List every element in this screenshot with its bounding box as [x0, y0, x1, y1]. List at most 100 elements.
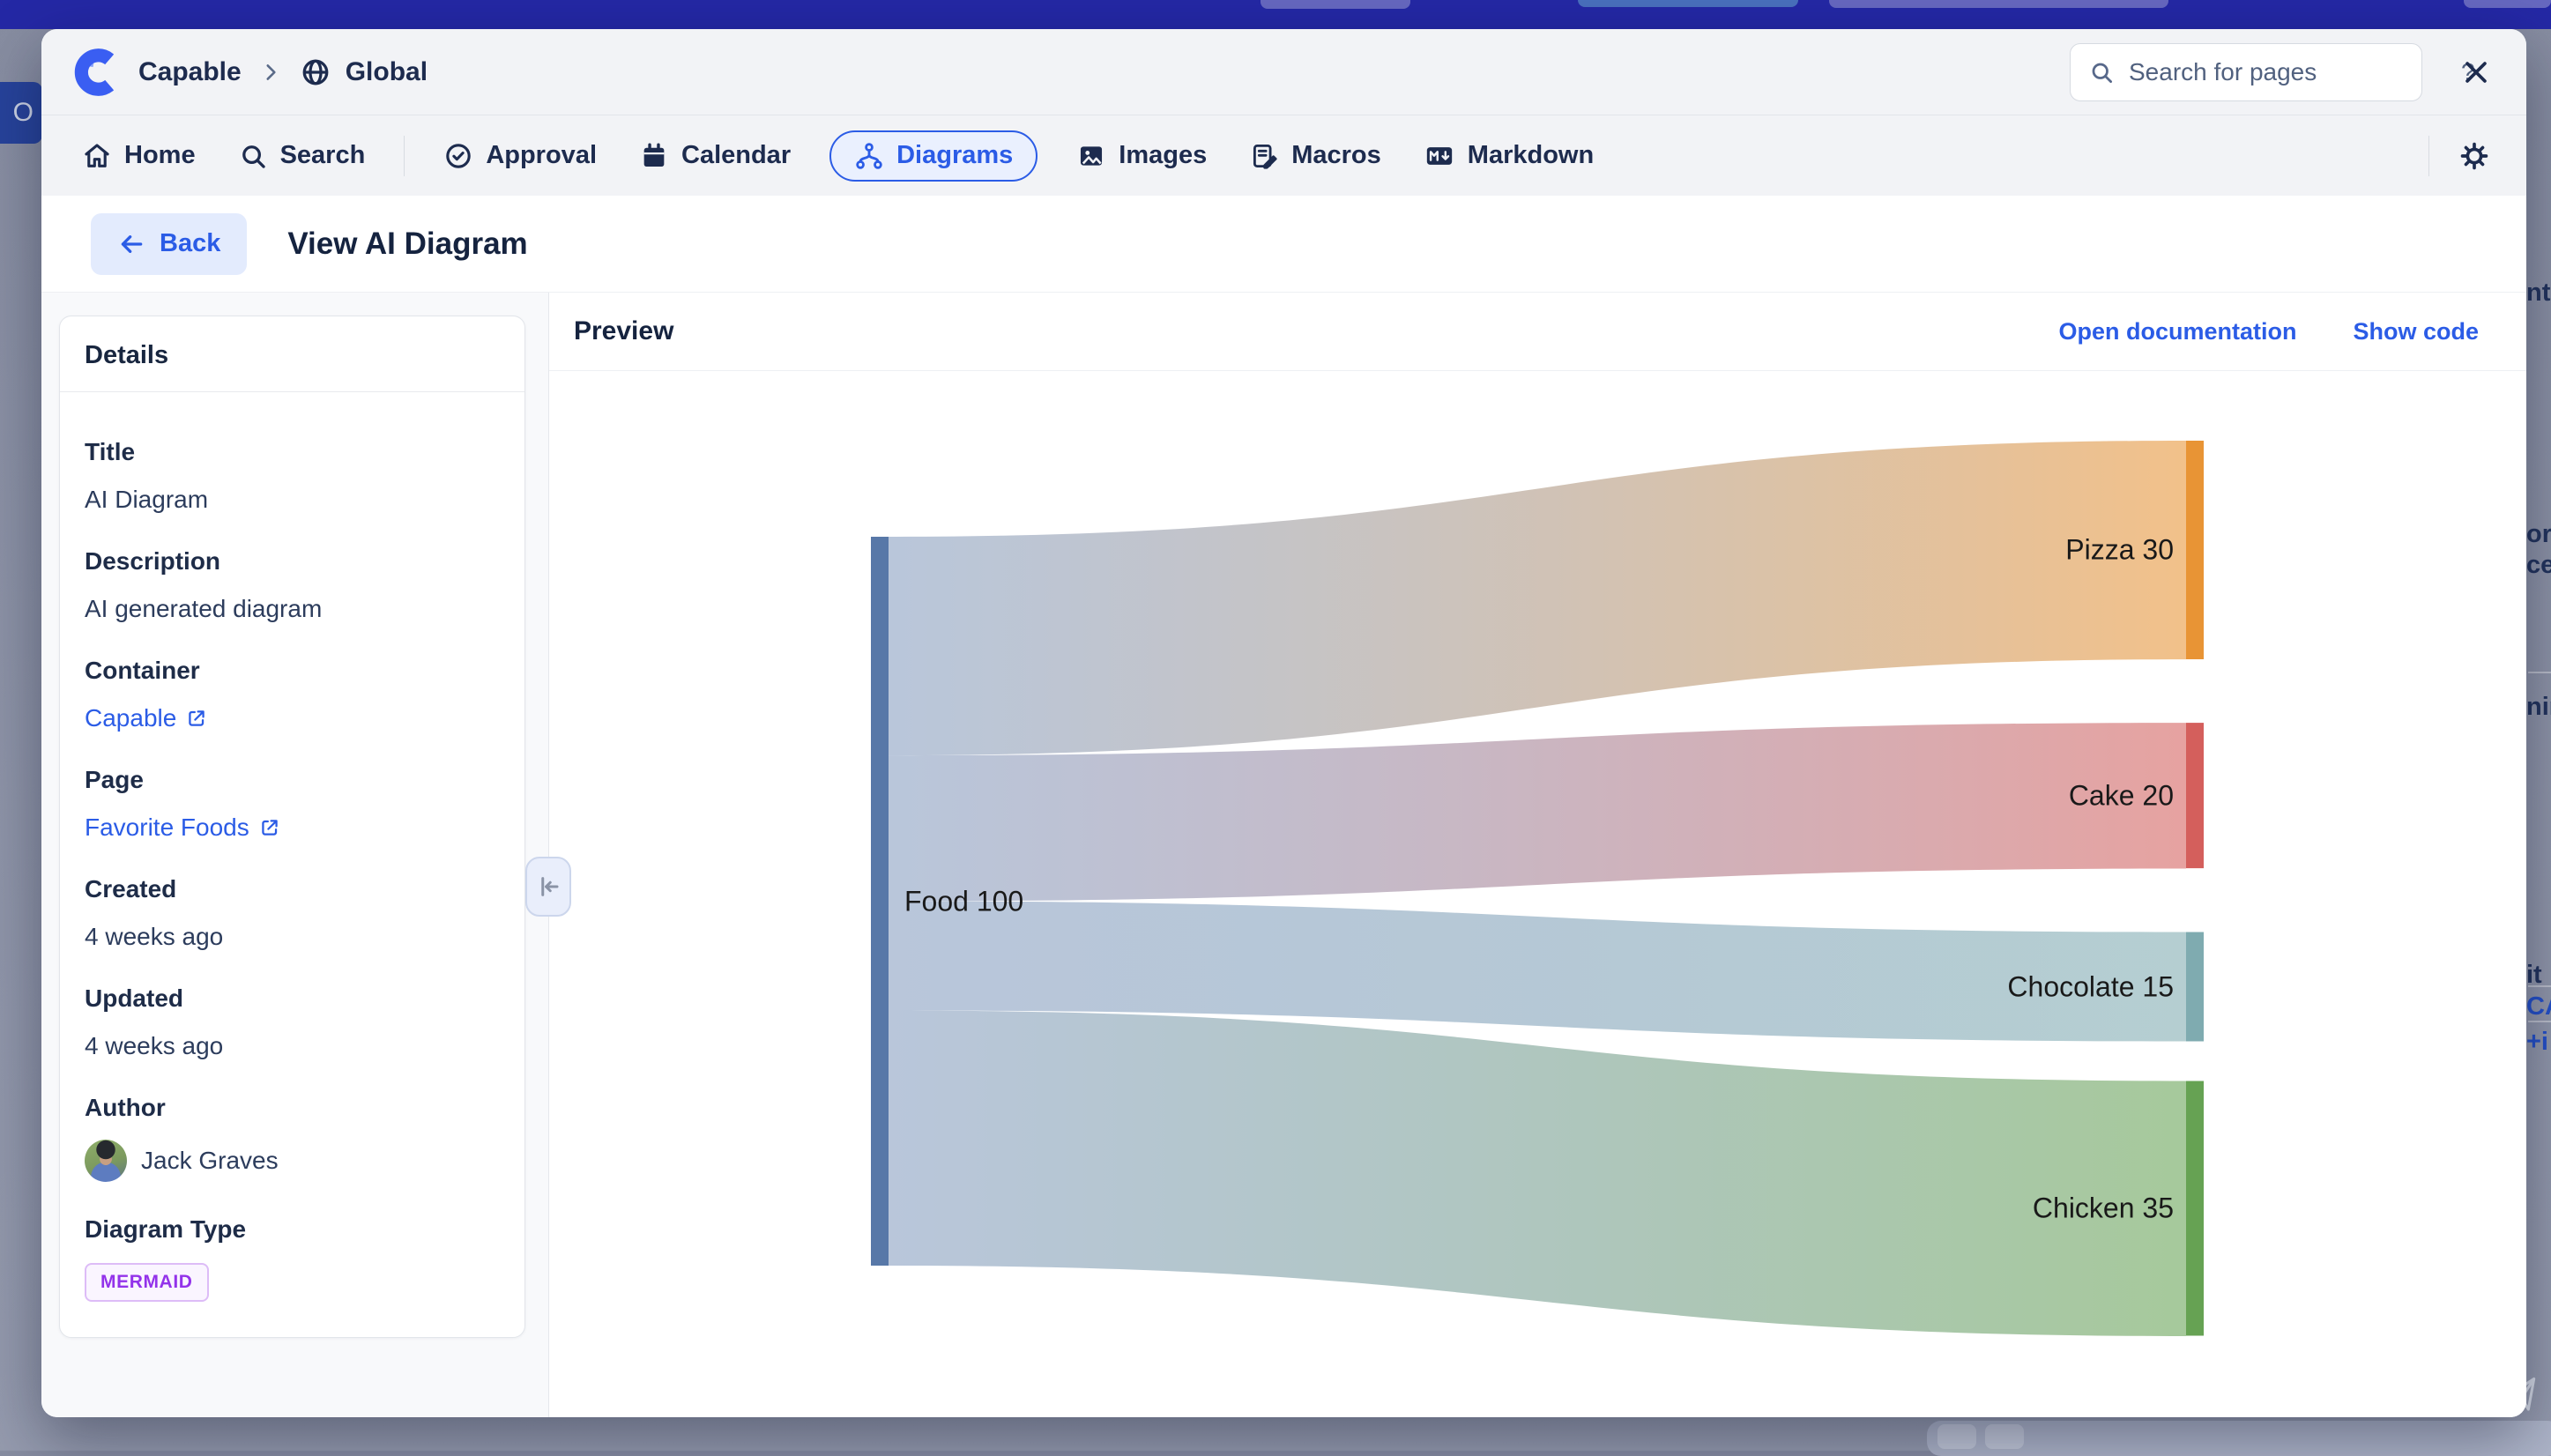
home-icon [82, 141, 112, 171]
background-button-fragment [1829, 0, 2168, 8]
macros-icon [1249, 141, 1279, 171]
nav-divider [2428, 136, 2429, 176]
background-button-fragment [1578, 0, 1798, 7]
nav-bar: Home Search Approval Calendar Diagrams Images… [41, 115, 2526, 196]
nav-item-calendar[interactable]: Calendar [636, 130, 794, 182]
background-button-fragment [2464, 0, 2551, 8]
globe-icon [300, 56, 331, 88]
nav-items: Home Search Approval Calendar Diagrams Images… [78, 130, 1597, 182]
breadcrumb: Capable Global ? [41, 29, 2526, 115]
search-box[interactable]: ? [2070, 43, 2422, 101]
chevron-right-icon [259, 61, 282, 84]
calendar-icon [639, 141, 669, 171]
author-name: Jack Graves [141, 1147, 279, 1175]
dimmed-text-fragment: nir [2526, 693, 2551, 722]
gear-icon [2458, 139, 2491, 173]
settings-button[interactable] [2452, 134, 2496, 178]
nav-item-approval[interactable]: Approval [440, 130, 600, 182]
link-label: Favorite Foods [85, 813, 249, 842]
images-icon [1076, 141, 1106, 171]
nav-item-macros[interactable]: Macros [1246, 130, 1385, 182]
search-input[interactable] [2127, 57, 2449, 87]
background-left-button: O [0, 82, 42, 144]
background-left-button-label: O [13, 98, 33, 128]
search-icon [238, 141, 268, 171]
nav-item-diagrams[interactable]: Diagrams [829, 130, 1038, 182]
capable-link[interactable]: Capable [85, 704, 208, 732]
modal-dialog: Capable Global ? [41, 29, 2526, 1417]
nav-item-label: Diagrams [896, 141, 1013, 170]
background-mini-button [1985, 1424, 2024, 1449]
background-button-fragment [1261, 0, 1410, 9]
nav-item-label: Approval [486, 141, 597, 170]
field-label-page: Page [85, 766, 500, 794]
favorite-foods-link[interactable]: Favorite Foods [85, 813, 281, 842]
field-label-description: Description [85, 547, 500, 576]
toolbar: Back View AI Diagram [41, 196, 2526, 293]
back-button[interactable]: Back [91, 213, 247, 275]
diagram-type-badge: MERMAID [85, 1263, 209, 1302]
sankey-flow-chicken[interactable] [889, 1011, 2186, 1337]
preview-header: Preview Open documentation Show code [549, 293, 2526, 371]
external-link-icon [185, 707, 208, 730]
page-title: View AI Diagram [287, 227, 527, 262]
sankey-label-chocolate: Chocolate 15 [2007, 970, 2174, 1002]
link-label: Capable [85, 704, 176, 732]
background-divider [2528, 672, 2551, 673]
nav-item-label: Markdown [1468, 141, 1594, 170]
sankey-flow-pizza[interactable] [889, 441, 2186, 755]
external-link-icon [258, 816, 281, 839]
sankey-label-cake: Cake 20 [2069, 779, 2174, 811]
collapse-left-icon [535, 873, 562, 900]
sankey-node-food[interactable] [871, 537, 889, 1266]
sankey-node-chocolate[interactable] [2186, 932, 2204, 1042]
details-sidebar: Details TitleAI DiagramDescriptionAI gen… [41, 293, 549, 1417]
nav-item-markdown[interactable]: Markdown [1420, 130, 1597, 182]
close-icon [2461, 57, 2491, 87]
nav-item-search[interactable]: Search [234, 130, 369, 182]
background-divider [2528, 1021, 2551, 1022]
close-button[interactable] [2456, 52, 2496, 93]
nav-item-label: Calendar [681, 141, 791, 170]
sidebar-collapse-button[interactable] [525, 857, 571, 917]
background-divider [2528, 985, 2551, 987]
main-content: Details TitleAI DiagramDescriptionAI gen… [41, 293, 2526, 1417]
sankey-diagram: Food 100Pizza 30Cake 20Chocolate 15Chick… [549, 370, 2526, 1417]
avatar [85, 1140, 127, 1182]
author-row: Jack Graves [85, 1140, 500, 1182]
details-fields: TitleAI DiagramDescriptionAI generated d… [60, 392, 524, 1337]
nav-divider [404, 136, 405, 176]
field-value: AI generated diagram [85, 595, 500, 623]
nav-item-label: Home [124, 141, 196, 170]
nav-item-label: Images [1119, 141, 1207, 170]
open-documentation-link[interactable]: Open documentation [2058, 318, 2296, 345]
breadcrumb-global-label: Global [346, 57, 428, 87]
details-card: Details TitleAI DiagramDescriptionAI gen… [59, 316, 525, 1338]
sankey-node-pizza[interactable] [2186, 441, 2204, 659]
field-label-container: Container [85, 657, 500, 685]
nav-item-home[interactable]: Home [78, 130, 199, 182]
dimmed-text-fragment: or [2526, 520, 2551, 549]
nav-item-images[interactable]: Images [1073, 130, 1210, 182]
capable-logo-icon [71, 48, 121, 97]
sankey-label-food: Food 100 [904, 885, 1023, 917]
background-top-bar [0, 0, 2551, 29]
details-heading: Details [60, 316, 524, 392]
back-button-label: Back [160, 229, 220, 258]
breadcrumb-space[interactable]: Capable [138, 57, 242, 87]
field-label-title: Title [85, 438, 500, 466]
dimmed-text-fragment: ce [2526, 551, 2551, 580]
field-label-updated: Updated [85, 984, 500, 1013]
diagrams-icon [854, 141, 884, 171]
dimmed-text-fragment: +i [2526, 1028, 2548, 1057]
sankey-node-cake[interactable] [2186, 723, 2204, 868]
preview-panel: Preview Open documentation Show code Foo… [549, 293, 2526, 1417]
breadcrumb-global[interactable]: Global [300, 56, 428, 88]
screen: { "background": { "topbar_color": "#2428… [0, 0, 2551, 1451]
show-code-link[interactable]: Show code [2353, 318, 2479, 345]
field-label-created: Created [85, 875, 500, 903]
modal-header: Capable Global ? [41, 29, 2526, 196]
background-mini-button [1937, 1424, 1976, 1449]
breadcrumb-space-label: Capable [138, 57, 242, 87]
sankey-node-chicken[interactable] [2186, 1081, 2204, 1336]
